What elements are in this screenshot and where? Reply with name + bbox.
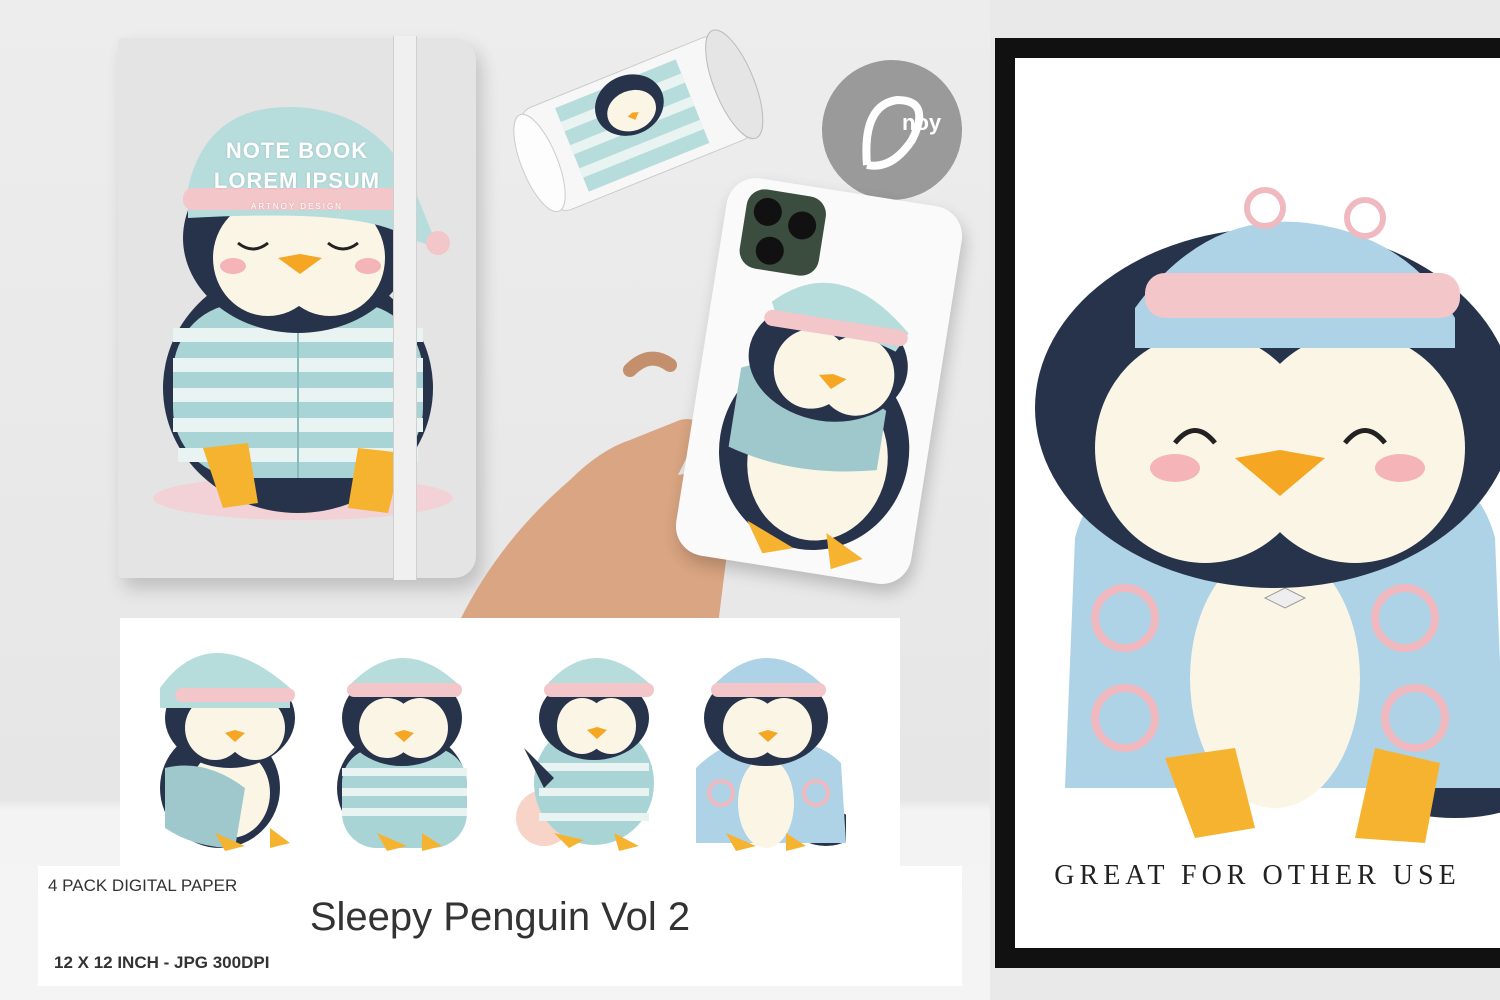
cup-mockup: [505, 24, 765, 214]
preview-strip: [120, 618, 900, 866]
poster-caption: GREAT FOR OTHER USE: [1054, 860, 1461, 891]
preview-thumbnail-1: [120, 618, 300, 866]
pack-label: 4 PACK DIGITAL PAPER: [48, 876, 238, 895]
notebook-penguin-illustration: [153, 107, 453, 520]
preview-thumbnail-2: [302, 618, 482, 866]
logo-text: noy: [902, 110, 942, 135]
poster-penguin-illustration: [1035, 187, 1500, 843]
preview-thumbnail-4: [666, 618, 846, 866]
notebook-elastic-strap: [393, 36, 417, 580]
product-name: Sleepy Penguin Vol 2: [309, 895, 691, 939]
brand-logo: noy: [822, 60, 962, 200]
size-label: 12 X 12 INCH - JPG 300DPI: [54, 953, 270, 972]
preview-thumbnail-3: [484, 618, 664, 866]
notebook-credit: ARTNOY DESIGN: [251, 202, 343, 211]
notebook-title-line1: NOTE BOOK: [225, 138, 369, 163]
notebook-title-line2: LOREM IPSUM: [213, 168, 381, 193]
notebook-mockup: NOTE BOOK LOREM IPSUM ARTNOY DESIGN: [118, 38, 476, 578]
poster-print: [1015, 58, 1500, 948]
